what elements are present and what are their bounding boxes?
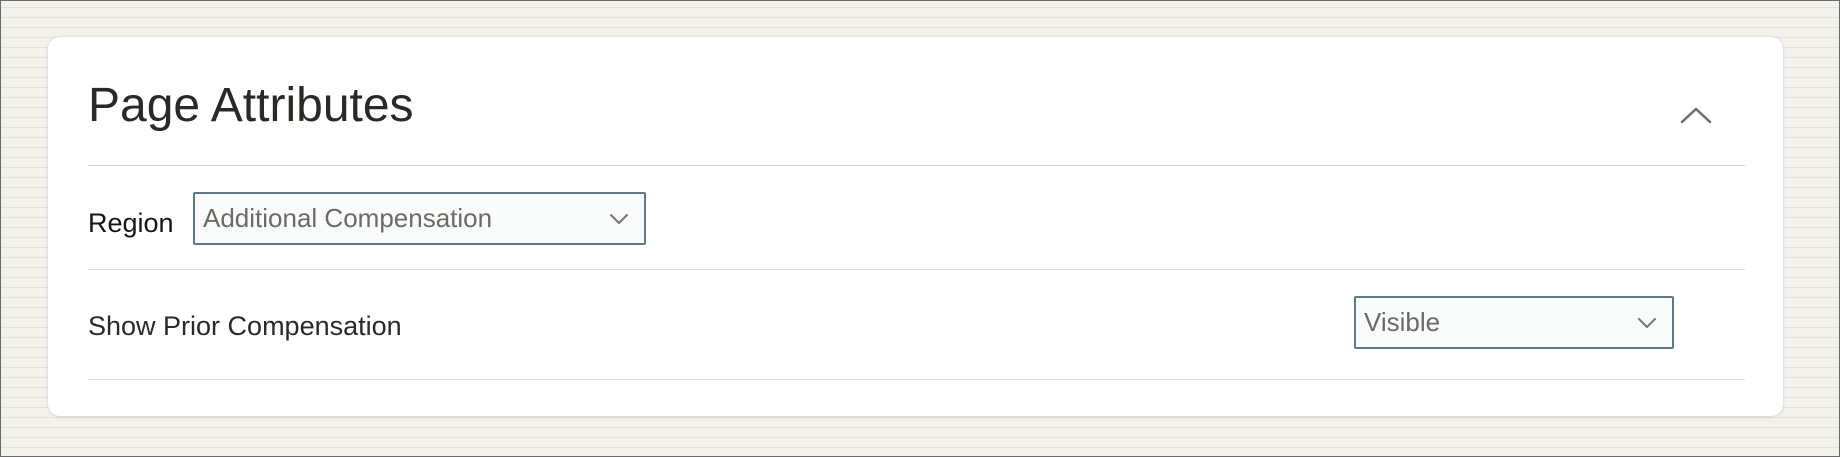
panel-title: Page Attributes [88, 79, 414, 132]
visibility-select-value: Visible [1364, 307, 1441, 337]
region-select[interactable]: Additional Compensation [193, 192, 646, 245]
row-divider [88, 379, 1745, 380]
region-label: Region [88, 208, 174, 238]
prior-compensation-visibility-select[interactable]: Visible [1354, 296, 1674, 349]
row-divider [88, 269, 1745, 270]
chevron-up-icon [1680, 107, 1712, 124]
show-prior-compensation-label: Show Prior Compensation [88, 311, 402, 341]
chevron-down-icon [1622, 317, 1672, 329]
title-divider [88, 165, 1745, 166]
page-attributes-panel: Page Attributes Region Additional Compen… [48, 37, 1783, 416]
region-select-value: Additional Compensation [203, 203, 493, 233]
chevron-down-icon [594, 213, 644, 225]
collapse-button[interactable] [1668, 87, 1724, 143]
